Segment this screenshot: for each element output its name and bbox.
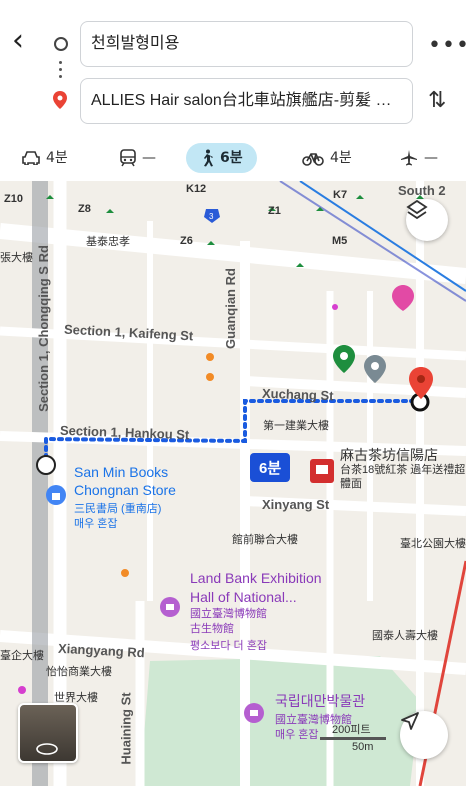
bike-icon [302,153,324,166]
exit-label: M5 [332,235,348,247]
poi-tea-name[interactable]: 麻古茶坊信陽店 [340,445,438,465]
my-location-button[interactable] [400,711,448,759]
poi-museum-crowd: 매우 혼잡 [275,729,319,741]
street-label: Xuchang St [261,385,334,404]
poi-sanmin-name[interactable]: San Min Books Chongnan Store [74,463,176,499]
layers-icon [406,199,428,220]
mode-label: 4분 [330,150,352,166]
exit-label: K7 [333,189,348,201]
building-label: 怡怡商業大樓 [46,666,112,678]
building-label: 國泰人壽大樓 [372,630,438,642]
poi-sanmin-crowd: 매우 혼잡 [74,518,118,530]
building-label: 臺企大樓 [0,650,44,662]
directions-header: ‹ 천희발형미용 ALLIES Hair salon台北車站旗艦店-剪髮 造..… [0,0,466,181]
mode-label: — [424,150,438,166]
car-icon [22,151,40,165]
mode-label: — [142,150,156,166]
museum-icon[interactable] [160,597,180,617]
mode-label: 4분 [46,150,68,166]
building-label: 館前聯合大樓 [232,534,298,546]
mode-transit[interactable]: — [120,143,156,173]
origin-input[interactable]: 천희발형미용 [80,21,413,67]
poi-marker-icon[interactable] [333,345,355,373]
flight-icon [401,150,417,166]
origin-dot-icon [54,37,68,51]
building-label: 第一建業大樓 [263,420,329,432]
more-horiz-icon[interactable]: ••• [428,33,466,58]
street-label: Huaining St [118,692,134,765]
poi-landbank-zh: 國立臺灣博物館 古生物館 [190,608,267,635]
shopping-bag-icon[interactable] [46,485,66,505]
swap-vert-icon[interactable]: ⇅ [428,88,446,113]
destination-marker-icon[interactable] [409,367,433,399]
route-connector-icon [59,61,62,82]
poi-tea-desc: 台茶18號紅茶 過年送禮超體面 [340,464,466,490]
museum-icon[interactable] [244,703,264,723]
street-label: Section 1, Chongqing S Rd [35,245,51,412]
back-arrow-icon[interactable]: ‹ [12,26,24,56]
street-label: Guanqian Rd [222,268,238,349]
route-duration-badge[interactable]: 6분 [250,453,291,482]
mode-flight[interactable]: — [400,143,438,173]
poi-landbank-name[interactable]: Land Bank Exhibition Hall of National... [190,569,322,607]
poi-landbank-crowd: 평소보다 더 혼잡 [190,640,267,652]
svg-text:3: 3 [209,212,214,221]
exit-label: K12 [186,183,207,195]
mode-walking[interactable]: 6분 [186,143,257,173]
navigation-arrow-icon [401,712,419,730]
building-label: 張大樓 [0,252,33,264]
destination-input[interactable]: ALLIES Hair salon台北車站旗艦店-剪髮 造... [80,78,413,124]
exit-label: Z8 [78,203,91,215]
poi-museum-name[interactable]: 국립대만박물관 [275,691,365,711]
tea-shop-logo-icon[interactable] [310,459,334,483]
exit-label: Z6 [180,235,193,247]
mode-driving[interactable]: 4분 [22,143,68,173]
street-label: South 2 [398,183,446,198]
scale-meters: 50m [352,741,374,753]
street-label: Xinyang St [262,497,330,512]
layers-button[interactable] [406,199,448,241]
walk-icon [204,149,213,167]
mode-cycling[interactable]: 4분 [302,143,352,173]
destination-pin-icon [53,91,67,113]
mode-label: 6분 [220,150,243,166]
scale-feet: 200피트 [332,724,371,736]
exit-label: Z1 [268,205,281,217]
travel-mode-bar: 4분 — 6분 4분 — [0,140,466,176]
scale-bar [320,737,386,740]
poi-marker-icon[interactable] [364,355,386,383]
exit-label: Z10 [4,193,23,205]
transit-icon [120,149,136,167]
street-view-thumbnail[interactable] [18,703,78,763]
street-view-icon [36,743,58,755]
building-label: 臺北公園大樓 [400,538,466,550]
poi-sanmin-zh: 三民書局 (重南店) [74,503,162,515]
hotel-marker-icon[interactable] [392,285,414,311]
building-label: 基泰忠孝 [86,236,130,248]
map-view[interactable]: 3 Section 1, Kaifeng St Section 1, Hanko… [0,181,466,786]
